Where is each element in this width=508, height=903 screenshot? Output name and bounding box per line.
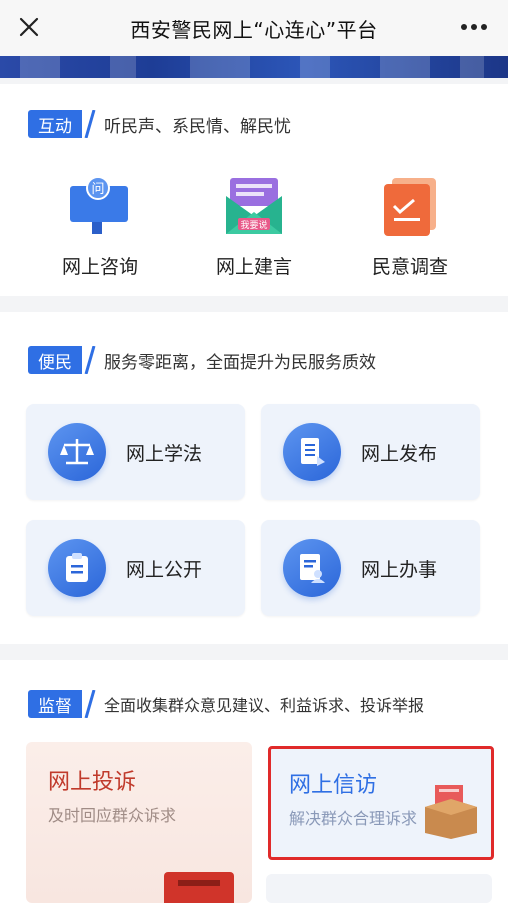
tile-public[interactable]: 网上公开 xyxy=(26,520,245,616)
survey-label: 民意调查 xyxy=(371,256,448,278)
tile-publish[interactable]: 网上发布 xyxy=(261,404,480,500)
scale-icon xyxy=(48,423,106,481)
suggestion-entry[interactable]: 我要说 网上建言 xyxy=(194,176,314,279)
clipboard-icon xyxy=(48,539,106,597)
tile-label: 网上办事 xyxy=(361,558,438,581)
supervision-header: 监督 全面收集群众意见建议、利益诉求、投诉举报 xyxy=(28,690,424,718)
tile-label: 网上公开 xyxy=(126,558,203,581)
next-card[interactable] xyxy=(266,874,492,903)
section-tag: 互动 xyxy=(28,110,82,138)
complaint-subtitle: 及时回应群众诉求 xyxy=(48,806,177,825)
interaction-header: 互动 听民声、系民情、解民忧 xyxy=(28,110,291,138)
suggestion-label: 网上建言 xyxy=(215,256,292,278)
slash-icon xyxy=(84,110,96,138)
svg-text:我要说: 我要说 xyxy=(240,219,267,231)
header-banner xyxy=(0,56,508,78)
svg-text:问: 问 xyxy=(91,182,104,197)
publish-icon xyxy=(283,423,341,481)
document-user-icon xyxy=(283,539,341,597)
mailbox-icon xyxy=(164,872,234,903)
close-icon[interactable] xyxy=(14,12,44,42)
slash-icon xyxy=(84,690,96,718)
slash-icon xyxy=(84,346,96,374)
convenience-section: 便民 服务零距离，全面提升为民服务质效 网上学法 网上发布 网上公开 网上办事 xyxy=(0,312,508,644)
page-title: 西安警民网上“心连心”平台 xyxy=(130,17,378,42)
more-icon[interactable] xyxy=(456,12,492,42)
petition-title: 网上信访 xyxy=(289,773,378,798)
file-box-icon xyxy=(425,785,477,839)
consult-entry[interactable]: 问 网上咨询 xyxy=(40,176,160,279)
survey-entry[interactable]: 民意调查 xyxy=(350,176,470,279)
interaction-section: 互动 听民声、系民情、解民忧 问 网上咨询 我要说 网上建言 民意调查 xyxy=(0,84,508,296)
complaint-title: 网上投诉 xyxy=(48,770,137,795)
supervision-section: 监督 全面收集群众意见建议、利益诉求、投诉举报 网上投诉 及时回应群众诉求 网上… xyxy=(0,660,508,903)
suggestion-icon: 我要说 xyxy=(226,178,282,234)
section-description: 服务零距离，全面提升为民服务质效 xyxy=(104,352,376,373)
survey-icon xyxy=(384,178,436,236)
consult-icon: 问 xyxy=(70,176,128,234)
section-description: 听民声、系民情、解民忧 xyxy=(104,116,291,137)
tile-label: 网上发布 xyxy=(361,442,438,465)
petition-subtitle: 解决群众合理诉求 xyxy=(289,809,418,828)
section-tag: 监督 xyxy=(28,690,82,718)
tile-learn-law[interactable]: 网上学法 xyxy=(26,404,245,500)
navigation-bar: 西安警民网上“心连心”平台 xyxy=(0,0,508,57)
tile-affairs[interactable]: 网上办事 xyxy=(261,520,480,616)
consult-label: 网上咨询 xyxy=(61,256,138,278)
section-description: 全面收集群众意见建议、利益诉求、投诉举报 xyxy=(104,696,425,715)
convenience-header: 便民 服务零距离，全面提升为民服务质效 xyxy=(28,346,376,374)
petition-card[interactable]: 网上信访 解决群众合理诉求 xyxy=(268,746,494,860)
complaint-card[interactable]: 网上投诉 及时回应群众诉求 xyxy=(26,742,252,903)
section-tag: 便民 xyxy=(28,346,82,374)
tile-label: 网上学法 xyxy=(126,442,203,465)
